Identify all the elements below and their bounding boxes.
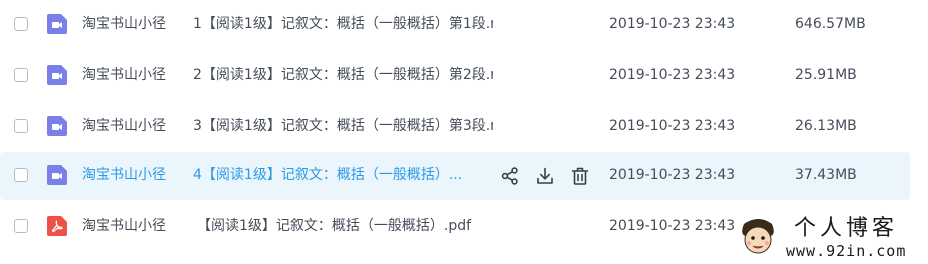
delete-icon xyxy=(571,167,589,185)
share-button[interactable] xyxy=(498,164,522,188)
cartoon-face-icon xyxy=(742,219,774,254)
file-size: 646.57MB xyxy=(795,16,866,32)
file-row[interactable]: 淘宝书山小径 3【阅读1级】记叙文：概括（一般概括）第3段.mp4 2019-1… xyxy=(0,103,910,151)
folder-name[interactable]: 淘宝书山小径 xyxy=(82,15,166,33)
file-row[interactable]: 淘宝书山小径 1【阅读1级】记叙文：概括（一般概括）第1段.mp4 2019-1… xyxy=(0,1,910,49)
pdf-file-icon xyxy=(47,216,67,236)
file-name[interactable]: 3【阅读1级】记叙文：概括（一般概括）第3段.mp4 xyxy=(193,117,493,135)
folder-name[interactable]: 淘宝书山小径 xyxy=(82,217,166,235)
download-button[interactable] xyxy=(533,164,557,188)
row-checkbox[interactable] xyxy=(14,119,28,133)
modified-date: 2019-10-23 23:43 xyxy=(609,167,736,183)
row-checkbox[interactable] xyxy=(14,219,28,233)
row-checkbox[interactable] xyxy=(14,17,28,31)
video-file-icon xyxy=(47,116,67,136)
row-checkbox[interactable] xyxy=(14,168,28,182)
file-name[interactable]: 2【阅读1级】记叙文：概括（一般概括）第2段.mp4 xyxy=(193,66,493,84)
file-name[interactable]: 【阅读1级】记叙文：概括（一般概括）.pdf xyxy=(197,217,497,235)
file-size: 26.13MB xyxy=(795,118,857,134)
download-icon xyxy=(537,167,553,184)
delete-button[interactable] xyxy=(568,164,592,188)
file-list: 淘宝书山小径 1【阅读1级】记叙文：概括（一般概括）第1段.mp4 2019-1… xyxy=(0,0,928,264)
watermark-url: www.92in.com xyxy=(786,242,907,260)
folder-name[interactable]: 淘宝书山小径 xyxy=(82,166,166,184)
row-actions xyxy=(498,164,592,188)
modified-date: 2019-10-23 23:43 xyxy=(609,218,736,234)
file-name[interactable]: 4【阅读1级】记叙文：概括（一般概括）... xyxy=(193,166,481,184)
file-size: 25.91MB xyxy=(795,67,857,83)
file-name[interactable]: 1【阅读1级】记叙文：概括（一般概括）第1段.mp4 xyxy=(193,15,493,33)
watermark-title: 个人博客 xyxy=(794,216,899,241)
folder-name[interactable]: 淘宝书山小径 xyxy=(82,117,166,135)
file-row-hovered[interactable]: 淘宝书山小径 4【阅读1级】记叙文：概括（一般概括）... 2019-10-23… xyxy=(0,152,910,200)
row-checkbox[interactable] xyxy=(14,68,28,82)
modified-date: 2019-10-23 23:43 xyxy=(609,118,736,134)
blog-watermark: 个人博客 www.92in.com xyxy=(736,210,928,264)
file-size: 37.43MB xyxy=(795,167,857,183)
video-file-icon xyxy=(47,14,67,34)
file-row[interactable]: 淘宝书山小径 2【阅读1级】记叙文：概括（一般概括）第2段.mp4 2019-1… xyxy=(0,52,910,100)
video-file-icon xyxy=(47,165,67,185)
modified-date: 2019-10-23 23:43 xyxy=(609,67,736,83)
folder-name[interactable]: 淘宝书山小径 xyxy=(82,66,166,84)
video-file-icon xyxy=(47,65,67,85)
modified-date: 2019-10-23 23:43 xyxy=(609,16,736,32)
share-icon xyxy=(501,167,518,185)
